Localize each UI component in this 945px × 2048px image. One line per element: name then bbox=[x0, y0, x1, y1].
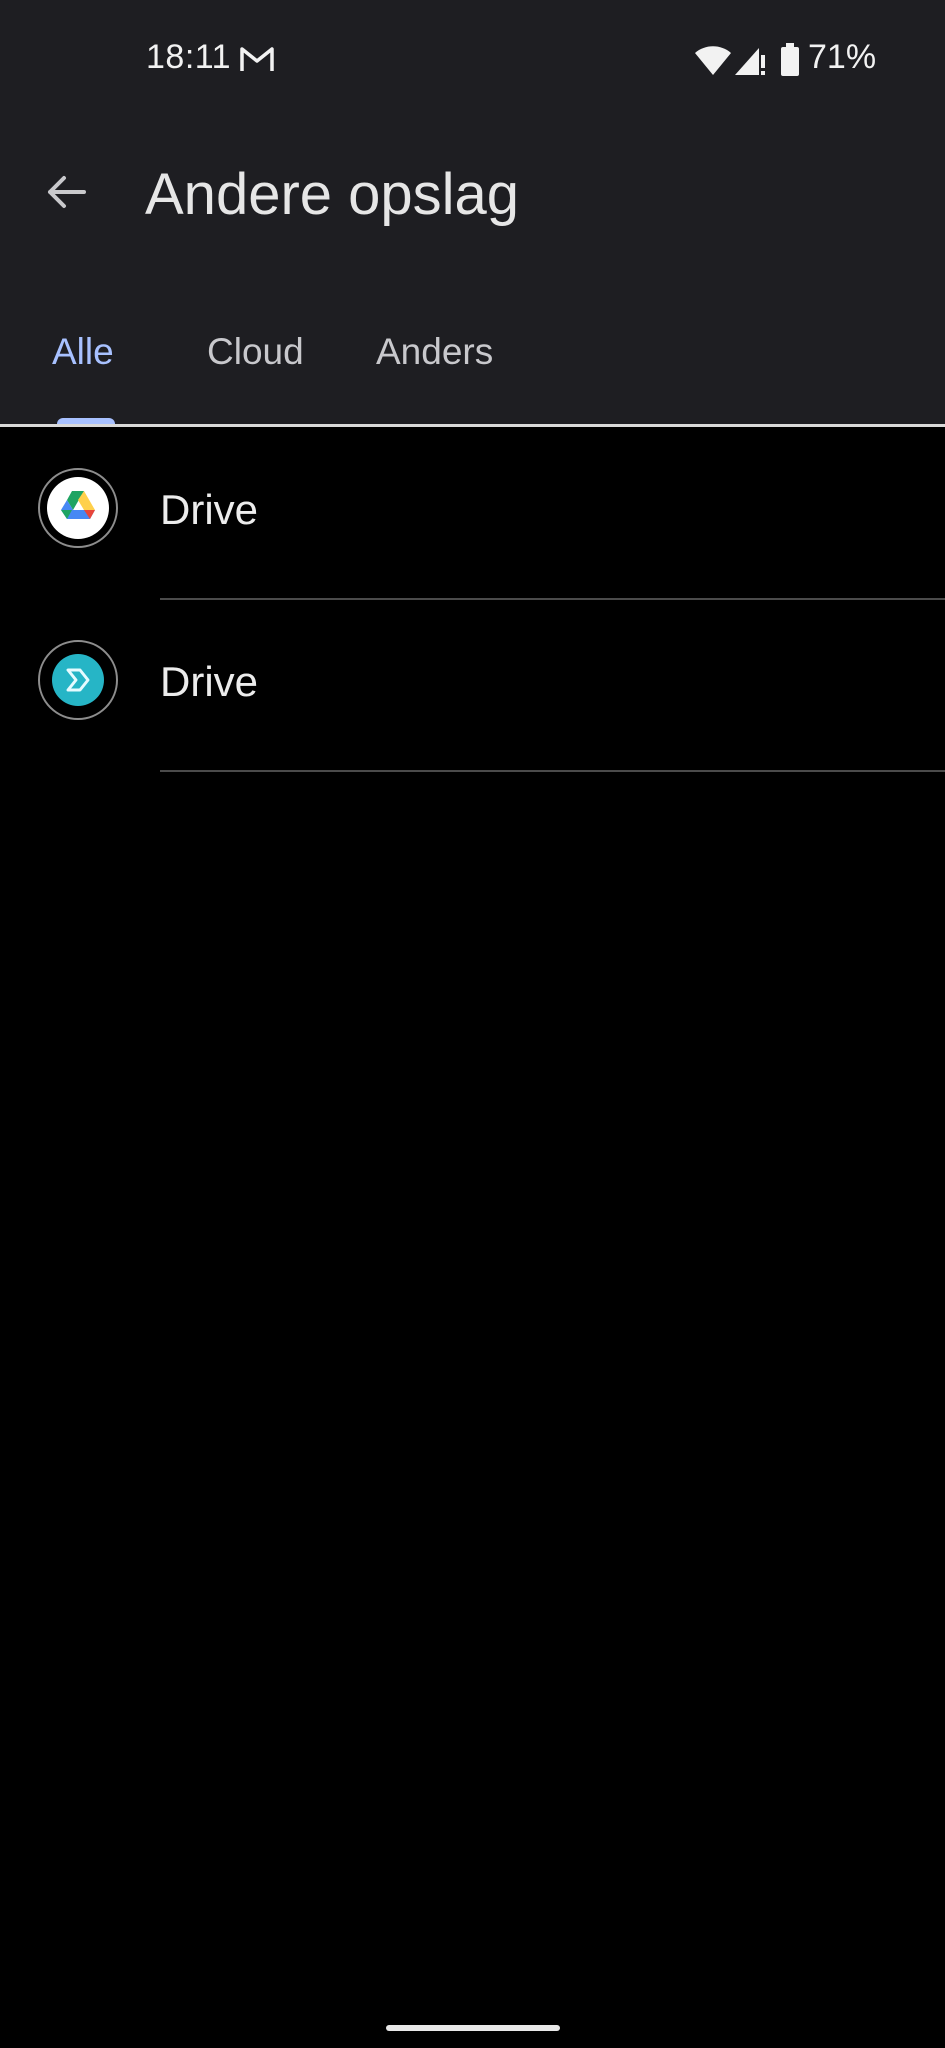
tab-divider bbox=[0, 424, 945, 427]
tab-alle[interactable]: Alle bbox=[52, 322, 114, 382]
arrow-left-icon bbox=[48, 176, 86, 208]
back-button[interactable] bbox=[34, 160, 98, 224]
list-item-label: Drive bbox=[160, 658, 259, 705]
google-drive-icon bbox=[38, 468, 118, 548]
list-divider bbox=[160, 770, 945, 772]
tab-cloud[interactable]: Cloud bbox=[207, 322, 304, 382]
gmail-icon bbox=[240, 47, 274, 71]
app-bar: 18:11 71% Andere opslag Alle Cloud Ander… bbox=[0, 0, 945, 426]
list-item-drive-teal[interactable]: Drive bbox=[0, 600, 945, 772]
battery-percent: 71% bbox=[808, 38, 877, 76]
teal-drive-icon bbox=[38, 640, 118, 720]
status-bar: 18:11 71% bbox=[0, 0, 945, 124]
list-item-drive-google[interactable]: Drive bbox=[0, 428, 945, 600]
page-title: Andere opslag bbox=[145, 162, 520, 227]
tab-anders[interactable]: Anders bbox=[376, 322, 493, 382]
home-indicator[interactable] bbox=[386, 2025, 560, 2031]
battery-icon bbox=[781, 43, 799, 76]
status-time: 18:11 bbox=[146, 38, 232, 76]
wifi-icon bbox=[695, 46, 731, 75]
list-item-label: Drive bbox=[160, 486, 259, 533]
signal-icon bbox=[735, 48, 765, 75]
